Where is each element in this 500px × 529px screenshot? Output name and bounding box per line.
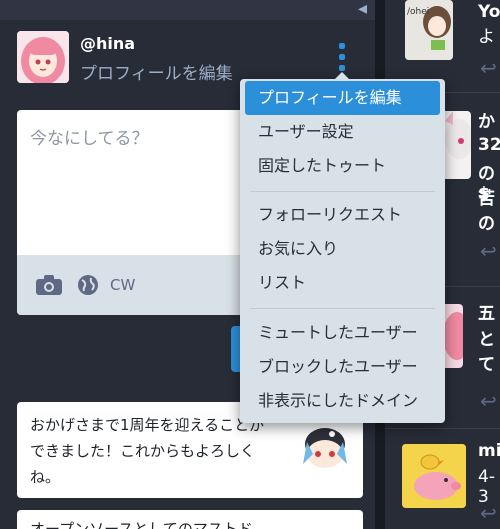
feed-text: 五 xyxy=(478,304,495,324)
feed-text: と xyxy=(478,330,495,350)
avatar xyxy=(402,444,466,508)
menu-item-lists[interactable]: リスト xyxy=(245,266,440,300)
profile-header: @hina プロフィールを編集 xyxy=(17,31,357,86)
feed-text: Yo xyxy=(478,2,500,22)
dropdown-caret xyxy=(335,72,349,79)
menu-item-pinned-toots[interactable]: 固定したトゥート xyxy=(245,149,440,183)
feed-text: よ xyxy=(478,27,495,47)
kebab-menu-icon[interactable] xyxy=(337,43,347,75)
feed-text: 32 xyxy=(478,135,500,155)
card-text: オープンソースとしてのマストド xyxy=(30,520,253,529)
menu-item-favourites[interactable]: お気に入り xyxy=(245,232,440,266)
feed-text: か xyxy=(478,112,495,132)
avatar: /ohei xyxy=(405,0,453,60)
reply-icon[interactable]: ↩ xyxy=(480,56,497,80)
feed-item[interactable]: mi 4-3 ↩ xyxy=(385,429,500,529)
menu-item-edit-profile[interactable]: プロフィールを編集 xyxy=(245,81,440,115)
card-text: おかげさまで1周年を迎えることが できました！これからもよろしく ね。 xyxy=(30,412,310,490)
svg-text:/ohei: /ohei xyxy=(407,7,429,17)
feed-item[interactable]: /ohei Yo よ ↩ xyxy=(385,0,500,90)
collapse-arrow-icon[interactable]: ◂ xyxy=(358,0,367,19)
menu-item-hidden-domains[interactable]: 非表示にしたドメイン xyxy=(245,384,440,418)
feed-text: の xyxy=(478,214,495,234)
reply-icon[interactable]: ↩ xyxy=(480,501,497,525)
camera-icon[interactable] xyxy=(36,275,62,295)
globe-icon[interactable] xyxy=(77,274,99,296)
timeline-card[interactable]: オープンソースとしてのマストド xyxy=(17,510,363,529)
column-header: ◂ xyxy=(0,0,375,20)
feed-text: mi xyxy=(478,441,500,461)
profile-handle[interactable]: @hina xyxy=(80,34,135,53)
avatar[interactable] xyxy=(17,31,69,83)
profile-dropdown-menu: プロフィールを編集 ユーザー設定 固定したトゥート フォローリクエスト お気に入… xyxy=(240,72,445,423)
character-illustration-icon xyxy=(303,428,347,468)
menu-divider xyxy=(250,191,435,192)
reply-icon[interactable]: ↩ xyxy=(480,239,497,263)
card-text-line: ね。 xyxy=(30,468,61,486)
edit-profile-link[interactable]: プロフィールを編集 xyxy=(80,59,233,84)
feed-text: 苦 xyxy=(478,189,495,209)
menu-item-blocked-users[interactable]: ブロックしたユーザー xyxy=(245,350,440,384)
feed-text: て xyxy=(478,355,495,375)
content-warning-toggle[interactable]: CW xyxy=(110,276,135,294)
reply-icon[interactable]: ↩ xyxy=(480,389,497,413)
menu-item-muted-users[interactable]: ミュートしたユーザー xyxy=(245,316,440,350)
menu-item-follow-requests[interactable]: フォローリクエスト xyxy=(245,198,440,232)
menu-divider xyxy=(250,308,435,309)
menu-item-preferences[interactable]: ユーザー設定 xyxy=(245,115,440,149)
compose-textarea[interactable]: 今なにしてる？ xyxy=(30,124,149,149)
card-text-line: できました！これからもよろしく xyxy=(30,442,256,460)
